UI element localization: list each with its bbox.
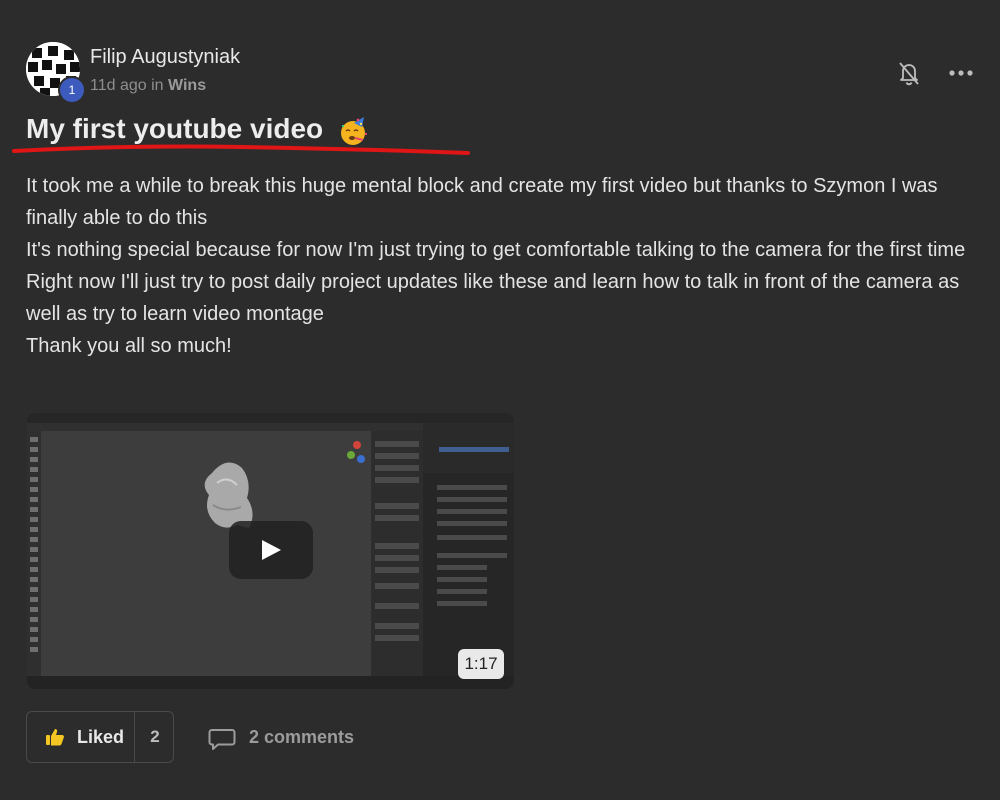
post-time: 11d ago [90,77,147,94]
comments-label: 2 comments [249,727,355,747]
title-underline-annotation [12,144,470,155]
video-duration: 1:17 [458,649,504,679]
like-group: Liked 2 [26,711,174,763]
post-paragraph: It took me a while to break this huge me… [26,175,938,229]
post-paragraph: Right now I'll just try to post daily pr… [26,271,960,325]
post-paragraph: Thank you all so much! [26,335,232,357]
author-name[interactable]: Filip Augustyniak [90,46,240,69]
play-icon [262,540,281,560]
post-meta-in: in [151,77,164,94]
more-options-button[interactable] [946,58,976,88]
post-card: 1 Filip Augustyniak 11d ago in Wins My f… [0,0,1000,800]
post-title: My first youtube video [26,113,324,144]
author-avatar[interactable]: 1 [26,42,86,104]
notifications-toggle-button[interactable] [894,58,924,88]
like-button[interactable]: Liked [27,712,135,762]
bell-off-icon [899,62,919,86]
post-paragraph: It's nothing special because for now I'm… [26,239,966,261]
comment-icon [208,729,236,750]
post-meta: 11d ago in Wins [90,77,206,95]
like-label: Liked [77,727,125,747]
thumbs-up-icon [46,729,64,746]
post-category[interactable]: Wins [168,77,206,94]
level-badge: 1 [58,76,86,104]
like-count[interactable]: 2 [135,712,175,762]
play-button[interactable] [229,521,313,579]
video-player[interactable]: 1:17 [27,413,514,689]
more-horizontal-icon [949,70,973,76]
post-body: It took me a while to break this huge me… [26,170,991,362]
